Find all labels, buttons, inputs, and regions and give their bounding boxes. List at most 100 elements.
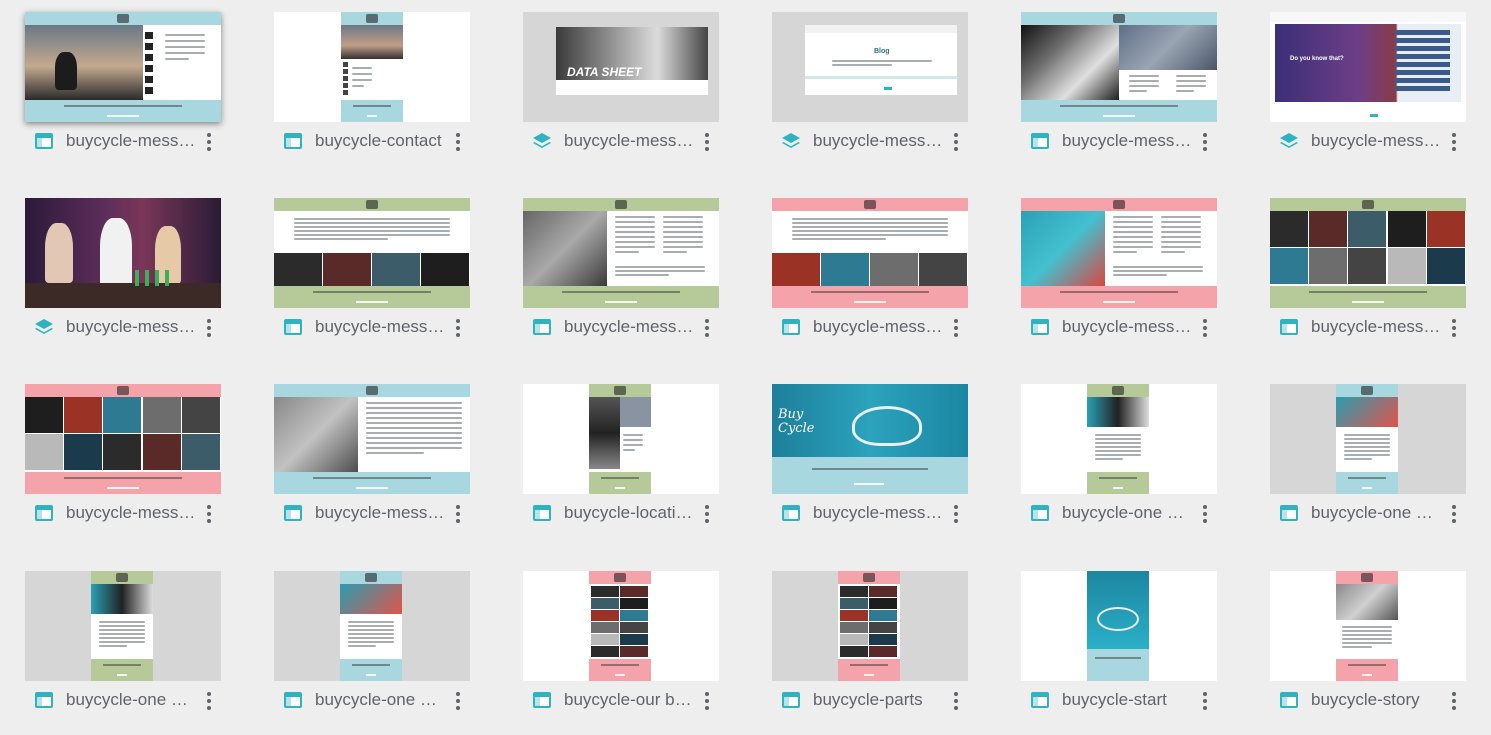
file-thumbnail[interactable]: [274, 198, 470, 308]
more-options-icon[interactable]: [699, 315, 715, 339]
file-name[interactable]: buycycle-parts: [813, 689, 943, 711]
more-options-icon[interactable]: [948, 315, 964, 339]
file-name[interactable]: buycycle-messe…: [813, 316, 943, 338]
file-thumbnail[interactable]: DATA SHEET: [523, 12, 719, 122]
file-name[interactable]: buycycle-story: [1311, 689, 1441, 711]
file-name[interactable]: buycycle-one of…: [315, 689, 445, 711]
file-name[interactable]: buycycle-messe…: [66, 316, 196, 338]
file-thumbnail[interactable]: [25, 198, 221, 308]
file-name[interactable]: buycycle-messe…: [315, 316, 445, 338]
more-options-icon[interactable]: [201, 688, 217, 712]
file-thumbnail[interactable]: [1021, 198, 1217, 308]
more-options-icon[interactable]: [1446, 315, 1462, 339]
file-card[interactable]: Buy Cycle buycycle-messe…: [772, 384, 968, 544]
file-name[interactable]: buycycle-location: [564, 502, 694, 524]
file-name[interactable]: buycycle-messe…: [66, 130, 196, 152]
more-options-icon[interactable]: [1197, 501, 1213, 525]
more-options-icon[interactable]: [450, 129, 466, 153]
file-thumbnail[interactable]: [772, 571, 968, 681]
file-thumbnail[interactable]: [1021, 384, 1217, 494]
file-thumbnail[interactable]: Blog: [772, 12, 968, 122]
file-name[interactable]: buycycle-messe…: [813, 130, 943, 152]
file-name[interactable]: buycycle-one of…: [1311, 502, 1441, 524]
file-card[interactable]: buycycle-contact: [274, 12, 470, 172]
more-options-icon[interactable]: [201, 315, 217, 339]
file-card[interactable]: buycycle-one of…: [25, 571, 221, 731]
more-options-icon[interactable]: [699, 129, 715, 153]
more-options-icon[interactable]: [450, 688, 466, 712]
file-card[interactable]: Blog buycycle-messe…: [772, 12, 968, 172]
file-card[interactable]: buycycle-messe…: [523, 198, 719, 358]
file-thumbnail[interactable]: [25, 384, 221, 494]
more-options-icon[interactable]: [948, 501, 964, 525]
more-options-icon[interactable]: [1446, 129, 1462, 153]
file-thumbnail[interactable]: [523, 571, 719, 681]
file-thumbnail[interactable]: [1021, 12, 1217, 122]
file-card[interactable]: buycycle-one of…: [274, 571, 470, 731]
file-thumbnail[interactable]: [1021, 571, 1217, 681]
text-line: [623, 434, 643, 436]
file-card[interactable]: buycycle-parts: [772, 571, 968, 731]
file-card[interactable]: buycycle-messe…: [1270, 198, 1466, 358]
file-name[interactable]: buycycle-messe…: [813, 502, 943, 524]
file-card[interactable]: buycycle-story: [1270, 571, 1466, 731]
more-options-icon[interactable]: [1197, 129, 1213, 153]
file-name[interactable]: buycycle-messe…: [315, 502, 445, 524]
file-thumbnail[interactable]: [1270, 198, 1466, 308]
file-thumbnail[interactable]: [25, 12, 221, 122]
file-card[interactable]: buycycle-messe…: [274, 384, 470, 544]
file-name[interactable]: buycycle-start: [1062, 689, 1192, 711]
file-card[interactable]: buycycle-our br…: [523, 571, 719, 731]
file-card[interactable]: buycycle-start: [1021, 571, 1217, 731]
file-card[interactable]: buycycle-messe…: [25, 198, 221, 358]
more-options-icon[interactable]: [699, 501, 715, 525]
logo: [1362, 200, 1374, 209]
file-thumbnail[interactable]: [274, 12, 470, 122]
file-name[interactable]: buycycle-messe…: [1311, 316, 1441, 338]
file-name[interactable]: buycycle-messe…: [1062, 130, 1192, 152]
file-card[interactable]: buycycle-messe…: [772, 198, 968, 358]
more-options-icon[interactable]: [1446, 688, 1462, 712]
more-options-icon[interactable]: [1197, 315, 1213, 339]
more-options-icon[interactable]: [450, 315, 466, 339]
file-card[interactable]: buycycle-messe…: [1021, 198, 1217, 358]
more-options-icon[interactable]: [1446, 501, 1462, 525]
file-thumbnail[interactable]: Do you know that?: [1270, 12, 1466, 122]
file-name[interactable]: buycycle-messe…: [66, 502, 196, 524]
file-thumbnail[interactable]: [523, 384, 719, 494]
more-options-icon[interactable]: [699, 688, 715, 712]
file-thumbnail[interactable]: [274, 384, 470, 494]
social-icon: [145, 54, 153, 61]
thumb-nav: [864, 674, 874, 676]
file-thumbnail[interactable]: [25, 571, 221, 681]
file-thumbnail[interactable]: Buy Cycle: [772, 384, 968, 494]
file-thumbnail[interactable]: [1270, 571, 1466, 681]
file-card[interactable]: buycycle-messe…: [274, 198, 470, 358]
file-card[interactable]: buycycle-location: [523, 384, 719, 544]
file-card[interactable]: buycycle-one of…: [1021, 384, 1217, 544]
file-name[interactable]: buycycle-contact: [315, 130, 445, 152]
file-name[interactable]: buycycle-messe…: [1311, 130, 1441, 152]
file-name[interactable]: buycycle-our br…: [564, 689, 694, 711]
file-card[interactable]: buycycle-messe…: [1021, 12, 1217, 172]
more-options-icon[interactable]: [450, 501, 466, 525]
file-thumbnail[interactable]: [523, 198, 719, 308]
more-options-icon[interactable]: [1197, 688, 1213, 712]
file-card[interactable]: Do you know that? buycycle-messe…: [1270, 12, 1466, 172]
file-name[interactable]: buycycle-one of…: [66, 689, 196, 711]
file-name[interactable]: buycycle-messe…: [1062, 316, 1192, 338]
file-card[interactable]: DATA SHEET buycycle-messe…: [523, 12, 719, 172]
file-name[interactable]: buycycle-messe…: [564, 316, 694, 338]
more-options-icon[interactable]: [201, 129, 217, 153]
file-card[interactable]: buycycle-messe…: [25, 384, 221, 544]
more-options-icon[interactable]: [948, 129, 964, 153]
more-options-icon[interactable]: [948, 688, 964, 712]
file-thumbnail[interactable]: [1270, 384, 1466, 494]
file-thumbnail[interactable]: [274, 571, 470, 681]
file-card[interactable]: buycycle-messe…: [25, 12, 221, 172]
file-thumbnail[interactable]: [772, 198, 968, 308]
file-name[interactable]: buycycle-messe…: [564, 130, 694, 152]
file-name[interactable]: buycycle-one of…: [1062, 502, 1192, 524]
more-options-icon[interactable]: [201, 501, 217, 525]
file-card[interactable]: buycycle-one of…: [1270, 384, 1466, 544]
